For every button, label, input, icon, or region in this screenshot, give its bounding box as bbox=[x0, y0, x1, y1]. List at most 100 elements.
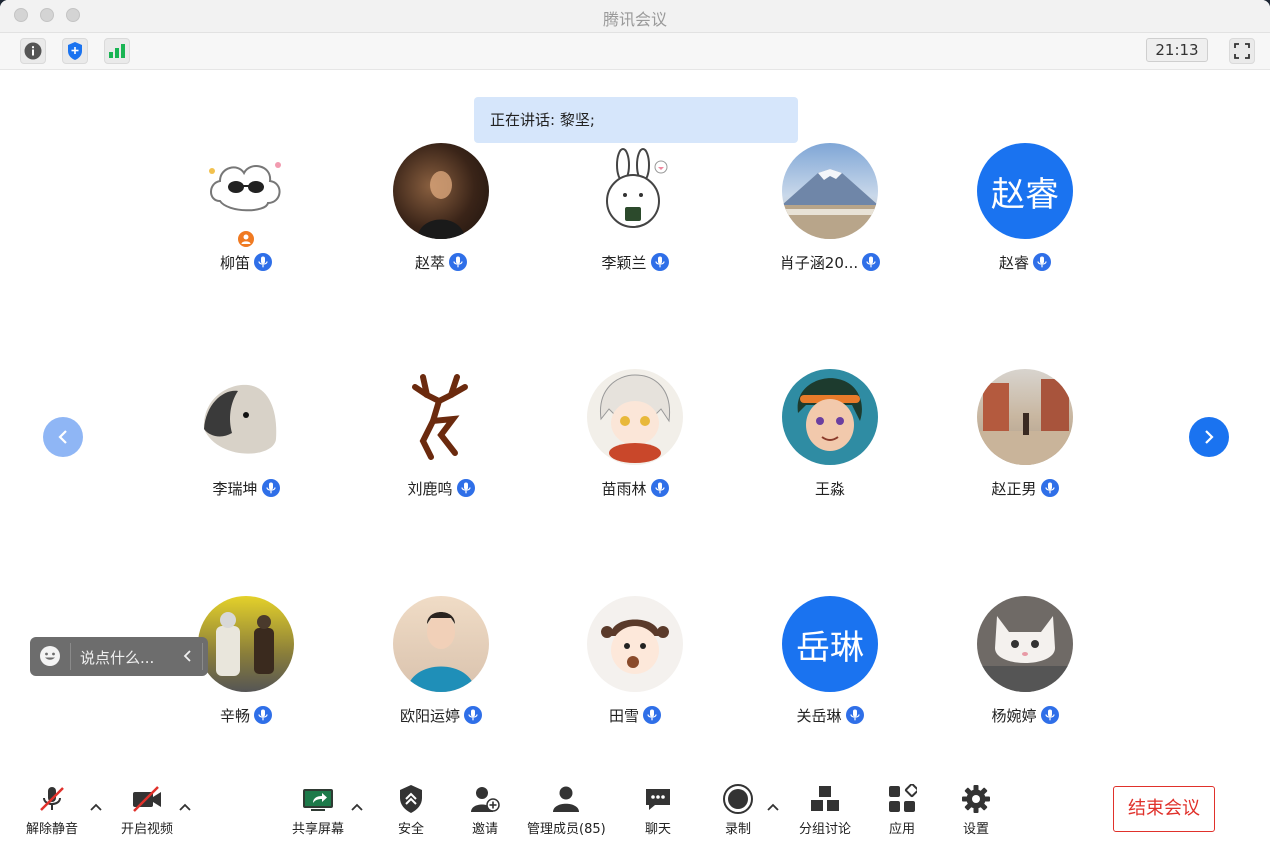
participant-name: 田雪 bbox=[608, 706, 639, 725]
penguin-avatar-image bbox=[203, 384, 277, 454]
avatar bbox=[782, 369, 878, 465]
participant-tile[interactable]: 李颖兰 bbox=[555, 143, 715, 283]
portrait-avatar-image bbox=[417, 171, 465, 239]
chevron-up-icon[interactable] bbox=[178, 802, 192, 812]
participant-tile[interactable]: 田雪 bbox=[555, 596, 715, 736]
participant-name-row: 杨婉婷 bbox=[945, 704, 1105, 726]
participant-name-row: 李颖兰 bbox=[555, 251, 715, 273]
participant-tile[interactable]: 王淼 bbox=[750, 369, 910, 509]
info-icon bbox=[24, 42, 42, 60]
chevron-up-icon[interactable] bbox=[350, 802, 364, 812]
mountain-fuji-avatar-image bbox=[782, 169, 878, 239]
participant-name-row: 刘鹿鸣 bbox=[361, 477, 521, 499]
invite-label: 邀请 bbox=[471, 822, 498, 837]
cloud-sunglasses-avatar-image bbox=[209, 162, 281, 212]
portrait-blue-hoodie-avatar-image bbox=[407, 612, 475, 692]
fullscreen-icon bbox=[1234, 43, 1250, 59]
gear-icon bbox=[962, 785, 990, 813]
avatar bbox=[587, 369, 683, 465]
unmute-label: 解除静音 bbox=[26, 822, 79, 837]
share-screen-button[interactable]: 共享屏幕 bbox=[292, 782, 344, 838]
info-button[interactable] bbox=[20, 38, 46, 64]
apps-button[interactable]: 应用 bbox=[885, 782, 919, 838]
breakout-rooms-button[interactable]: 分组讨论 bbox=[799, 782, 851, 838]
unmute-button[interactable]: 解除静音 bbox=[26, 782, 78, 838]
participant-tile[interactable]: 赵睿 赵睿 bbox=[945, 143, 1105, 283]
microphone-icon bbox=[254, 253, 272, 271]
camera-off-icon bbox=[133, 786, 161, 812]
avatar: 岳琳 bbox=[782, 596, 878, 692]
participant-tile[interactable]: 欧阳运婷 bbox=[361, 596, 521, 736]
avatar bbox=[198, 369, 294, 465]
meeting-toolbar: 解除静音 开启视频 共享屏幕 安全 邀请 管理成员(85) 聊天 录制 分组讨论… bbox=[0, 770, 1270, 848]
active-speaker-banner: 正在讲话: 黎坚; bbox=[474, 97, 798, 143]
chevron-up-icon[interactable] bbox=[89, 802, 103, 812]
avatar bbox=[393, 143, 489, 239]
invite-button[interactable]: 邀请 bbox=[468, 782, 502, 838]
microphone-icon bbox=[449, 253, 467, 271]
microphone-icon bbox=[1033, 253, 1051, 271]
microphone-muted-icon bbox=[40, 787, 64, 811]
participant-tile[interactable]: 杨婉婷 bbox=[945, 596, 1105, 736]
title-bar: 腾讯会议 bbox=[0, 0, 1270, 33]
participant-name: 刘鹿鸣 bbox=[407, 479, 453, 498]
next-page-button[interactable] bbox=[1189, 417, 1229, 457]
host-icon bbox=[241, 234, 251, 244]
avatar bbox=[977, 596, 1073, 692]
participant-name: 肖子涵20... bbox=[779, 253, 859, 272]
start-video-button[interactable]: 开启视频 bbox=[121, 782, 173, 838]
manage-members-button[interactable]: 管理成员(85) bbox=[527, 782, 606, 838]
security-label: 安全 bbox=[397, 822, 424, 837]
chevron-left-icon bbox=[58, 430, 67, 444]
participant-tile[interactable]: 李瑞坤 bbox=[166, 369, 326, 509]
participant-tile[interactable]: 岳琳 关岳琳 bbox=[750, 596, 910, 736]
microphone-icon bbox=[464, 706, 482, 724]
participant-name: 赵萃 bbox=[414, 253, 445, 272]
participant-tile[interactable]: 柳笛 bbox=[166, 143, 326, 283]
participant-name: 关岳琳 bbox=[796, 706, 842, 725]
microphone-icon bbox=[845, 706, 864, 724]
participant-tile[interactable]: 赵萃 bbox=[361, 143, 521, 283]
chevron-up-icon[interactable] bbox=[766, 802, 780, 812]
microphone-icon bbox=[862, 253, 881, 271]
anime-girl-noodles-avatar-image bbox=[600, 374, 671, 463]
avatar bbox=[198, 596, 294, 692]
end-meeting-button[interactable]: 结束会议 bbox=[1113, 786, 1215, 832]
prev-page-button[interactable] bbox=[43, 417, 83, 457]
record-button[interactable]: 录制 bbox=[721, 782, 755, 838]
participant-name-row: 肖子涵20... bbox=[750, 251, 910, 273]
start-video-label: 开启视频 bbox=[121, 822, 174, 837]
chat-input-placeholder[interactable]: 说点什么... bbox=[80, 647, 154, 668]
avatar bbox=[587, 143, 683, 239]
emoji-icon[interactable] bbox=[39, 645, 61, 667]
shield-icon bbox=[400, 785, 422, 813]
participant-tile[interactable]: 苗雨林 bbox=[555, 369, 715, 509]
fullscreen-button[interactable] bbox=[1229, 38, 1255, 64]
security-status-button[interactable] bbox=[62, 38, 88, 64]
quick-chat-bar[interactable]: 说点什么... bbox=[30, 637, 208, 676]
participant-name: 王淼 bbox=[814, 479, 845, 498]
participant-tile[interactable]: 肖子涵20... bbox=[750, 143, 910, 283]
settings-button[interactable]: 设置 bbox=[959, 782, 993, 838]
participant-name-row: 辛畅 bbox=[166, 704, 326, 726]
participant-name-row: 王淼 bbox=[750, 477, 910, 499]
participant-name-row: 赵睿 bbox=[945, 251, 1105, 273]
network-status-button[interactable] bbox=[104, 38, 130, 64]
chat-button[interactable]: 聊天 bbox=[641, 782, 675, 838]
breakout-rooms-icon bbox=[811, 786, 839, 811]
apps-label: 应用 bbox=[888, 822, 915, 837]
deer-glyph-avatar-image bbox=[412, 374, 468, 460]
chevron-left-icon[interactable] bbox=[182, 649, 194, 663]
security-button[interactable]: 安全 bbox=[394, 782, 428, 838]
microphone-icon bbox=[643, 706, 661, 724]
record-icon bbox=[723, 784, 753, 814]
host-badge bbox=[236, 229, 256, 249]
avatar bbox=[393, 369, 489, 465]
cartoon-girl-avatar-image bbox=[601, 619, 669, 674]
chevron-right-icon bbox=[1205, 430, 1214, 444]
avatar bbox=[198, 143, 294, 239]
participant-name-row: 苗雨林 bbox=[555, 477, 715, 499]
avatar-initials: 岳琳 bbox=[796, 627, 864, 668]
participant-tile[interactable]: 赵正男 bbox=[945, 369, 1105, 509]
participant-tile[interactable]: 刘鹿鸣 bbox=[361, 369, 521, 509]
